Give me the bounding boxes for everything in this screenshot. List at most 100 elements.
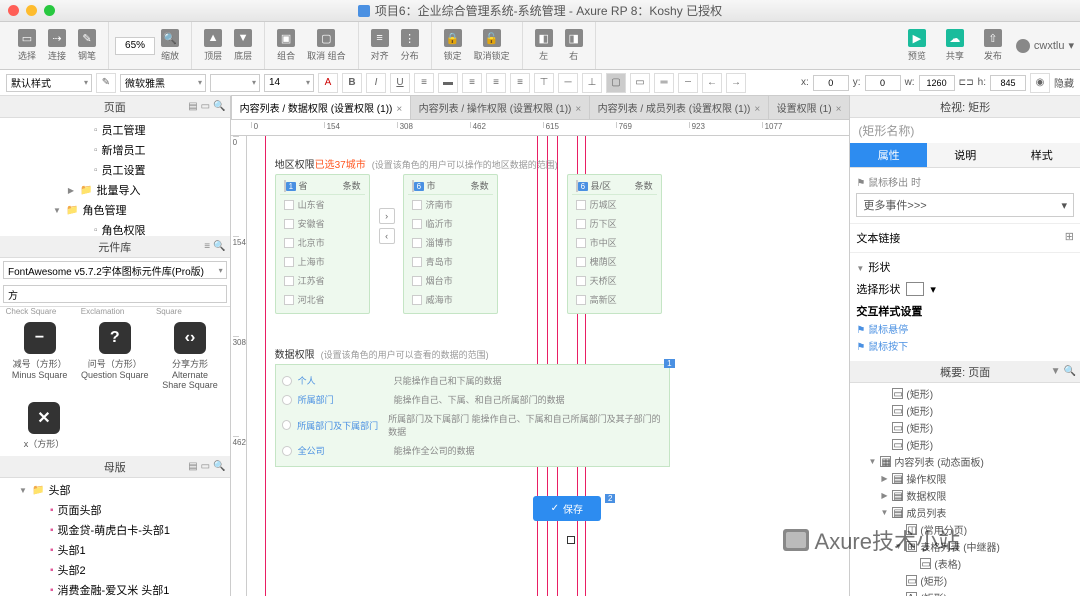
zoom-control[interactable] [115,37,155,55]
align-btn[interactable]: ≡对齐 [365,27,395,64]
close-tab-icon[interactable]: × [754,104,760,115]
master-tree-item[interactable]: ▪现金贷-萌虎白卡-头部1 [0,520,230,540]
send-back[interactable]: ▼底层 [228,27,258,64]
share-btn[interactable]: ☁共享 [940,27,970,64]
bring-front[interactable]: ▲顶层 [198,27,228,64]
valign-top[interactable]: ⊤ [534,73,554,93]
outline-item[interactable]: ▭(矩形) [850,436,1080,453]
ungroup-btn[interactable]: ▢取消 组合 [301,27,352,64]
master-search-icon[interactable]: 🔍 [213,461,225,472]
page-tree-item[interactable]: ▼📁角色管理 [0,200,230,220]
y-input[interactable] [865,75,901,91]
region-item[interactable]: 青岛市 [408,252,493,271]
connect-tool[interactable]: ⇢连接 [42,27,72,64]
close-tab-icon[interactable]: × [575,104,581,115]
outline-item[interactable]: ▶▤数据权限 [850,487,1080,504]
x-input[interactable] [813,75,849,91]
font-select[interactable]: 微软雅黑 [120,74,206,92]
move-right-icon[interactable]: › [379,208,395,224]
close-tab-icon[interactable]: × [396,104,402,115]
perm-option[interactable]: 所属部门及下属部门所属部门及下属部门 能操作自己、下属和自己所属部门及其子部门的… [282,409,663,441]
page-tree-item[interactable]: ▫员工设置 [0,160,230,180]
minimize-icon[interactable] [26,5,37,16]
size-lock-icon[interactable]: ⊏⊐ [959,77,974,88]
lock-btn[interactable]: 🔒锁定 [438,27,468,64]
library-item[interactable]: ?问号（方形）Question Square [81,322,149,390]
style-select[interactable]: 默认样式 [6,74,92,92]
page-tree-item[interactable]: ▫角色权限 [0,220,230,236]
outline-item[interactable]: ▼▦内容列表 (动态面板) [850,453,1080,470]
shape-picker[interactable] [906,282,924,296]
maximize-icon[interactable] [44,5,55,16]
distribute-btn[interactable]: ⋮分布 [395,27,425,64]
press-style-link[interactable]: ⚑ 鼠标按下 [856,338,1074,353]
lib-menu-icon[interactable]: ≡ [204,241,210,252]
textlink-options-icon[interactable]: ⊞ [1065,230,1074,243]
region-item[interactable]: 烟台市 [408,271,493,290]
outline-item[interactable]: ▭(矩形) [850,402,1080,419]
border-color[interactable]: ▭ [630,73,650,93]
add-folder-icon[interactable]: ▭ [201,101,210,112]
region-item[interactable]: 槐荫区 [572,252,657,271]
master-tree-item[interactable]: ▪页面头部 [0,500,230,520]
valign-bot[interactable]: ⊥ [582,73,602,93]
master-tree-item[interactable]: ▪头部1 [0,540,230,560]
publish-btn[interactable]: ⇧发布 [978,27,1008,64]
fill-color-icon[interactable]: ▬ [438,73,458,93]
page-tree-item[interactable]: ▶📁批量导入 [0,180,230,200]
line-width[interactable]: ═ [654,73,674,93]
outline-item[interactable]: ▶▤操作权限 [850,470,1080,487]
note-tab[interactable]: 说明 [927,143,1004,167]
valign-mid[interactable]: ─ [558,73,578,93]
region-item[interactable]: 山东省 [280,195,365,214]
document-tab[interactable]: 内容列表 / 成员列表 (设置权限 (1))× [589,95,769,119]
region-item[interactable]: 上海市 [280,252,365,271]
region-item[interactable]: 河北省 [280,290,365,309]
resize-handle[interactable] [567,536,575,544]
region-item[interactable]: 济南市 [408,195,493,214]
master-tree-item[interactable]: ▪头部2 [0,560,230,580]
region-item[interactable]: 北京市 [280,233,365,252]
region-item[interactable]: 历城区 [572,195,657,214]
align-left[interactable]: ◧左 [529,27,559,64]
select-tool[interactable]: ▭选择 [12,27,42,64]
close-icon[interactable] [8,5,19,16]
add-master-icon[interactable]: ▤ [188,461,197,472]
page-tree-item[interactable]: ▫新增员工 [0,140,230,160]
document-tab[interactable]: 设置权限 (1)× [768,95,851,119]
master-tree-item[interactable]: ▼📁头部 [0,480,230,500]
library-item[interactable]: −减号（方形）Minus Square [6,322,74,390]
arrow-start[interactable]: ← [702,73,722,93]
filter-icon[interactable]: ▼ [1051,366,1061,377]
region-item[interactable]: 高新区 [572,290,657,309]
region-item[interactable]: 市中区 [572,233,657,252]
unlock-btn[interactable]: 🔓取消锁定 [468,27,516,64]
zoom-input[interactable] [115,37,155,55]
region-item[interactable]: 历下区 [572,214,657,233]
font-color-icon[interactable]: A [318,73,338,93]
align-right-text[interactable]: ≡ [510,73,530,93]
region-item[interactable]: 淄博市 [408,233,493,252]
outline-item[interactable]: ▭(矩形) [850,385,1080,402]
fill-btn[interactable]: ▢ [606,73,626,93]
more-events-select[interactable]: 更多事件>>>▾ [856,193,1074,217]
preview-btn[interactable]: ▶预览 [902,27,932,64]
arrow-end[interactable]: → [726,73,746,93]
region-item[interactable]: 江苏省 [280,271,365,290]
outline-item[interactable]: ▭(矩形) [850,572,1080,589]
font-size-select[interactable]: 14 [264,74,314,92]
outline-item[interactable]: ▭(矩形) [850,419,1080,436]
shape-name-field[interactable]: (矩形名称) [850,118,1080,143]
w-input[interactable] [919,75,955,91]
canvas[interactable]: 地区权限已选37城市(设置该角色的用户可以操作的地区数据的范围) 1 省条数山东… [247,136,850,596]
outline-item[interactable]: ◫(常用分页) [850,521,1080,538]
master-folder-icon[interactable]: ▭ [201,461,210,472]
library-search-input[interactable] [3,285,227,303]
align-right[interactable]: ◨右 [559,27,589,64]
page-tree-item[interactable]: ▫员工管理 [0,120,230,140]
outline-item[interactable]: ▼⊞表格列表 (中继器) [850,538,1080,555]
region-item[interactable]: 安徽省 [280,214,365,233]
document-tab[interactable]: 内容列表 / 操作权限 (设置权限 (1))× [410,95,590,119]
master-tree-item[interactable]: ▪消费金融-爱又米 头部1 [0,580,230,596]
library-item[interactable]: ✕x（方形） [10,402,78,450]
